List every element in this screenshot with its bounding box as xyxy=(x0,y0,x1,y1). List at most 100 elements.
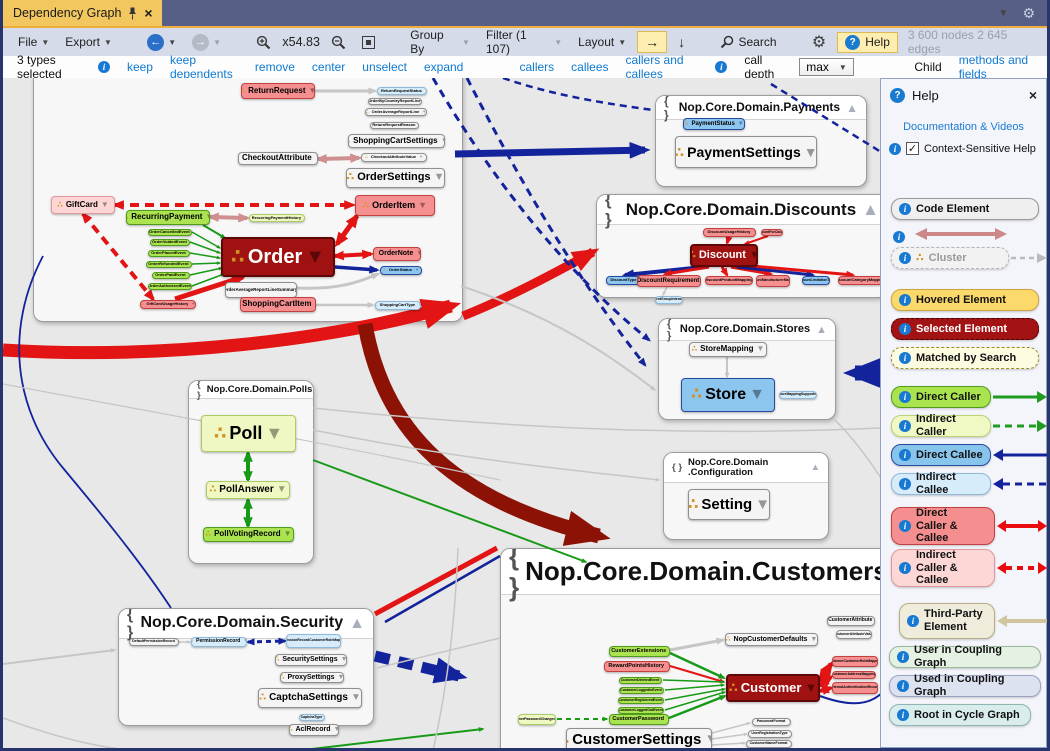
collapse-icon[interactable]: ▲ xyxy=(862,200,879,220)
legend-used-in-coupling-graph[interactable]: iUsed in Coupling Graph xyxy=(889,675,1041,697)
legend-indirect-caller-callee[interactable]: iIndirect Caller & Callee xyxy=(891,549,995,587)
graph-node[interactable]: ∴PaymentSettings▼ xyxy=(675,136,817,168)
node-expand-icon[interactable]: ▼ xyxy=(205,213,210,221)
graph-node[interactable]: ∴RecurringPayment▼ xyxy=(126,210,210,225)
legend-direct-caller-callee[interactable]: iDirect Caller & Callee xyxy=(891,507,995,545)
graph-node[interactable]: ∴StoreMapping▼ xyxy=(689,342,767,357)
graph-node[interactable]: ∴OrderAverageReportLineSummary▼ xyxy=(225,282,297,298)
graph-node[interactable]: ∴ShoppingCartType▼ xyxy=(375,301,421,310)
help-close-icon[interactable]: × xyxy=(1029,87,1037,103)
graph-canvas[interactable]: { }Nop.Core.Domain.Payments▲ { }Nop.Core.… xyxy=(3,78,880,748)
info-icon[interactable]: i xyxy=(98,61,110,73)
graph-node[interactable]: ∴Customer▼ xyxy=(726,674,820,702)
graph-node[interactable]: ∴OrderItem▼ xyxy=(355,195,435,216)
graph-node[interactable]: ∴CustomerPasswordChangedEvent▼ xyxy=(518,714,556,725)
graph-node[interactable]: ∴ExternalAuthenticationRecord▼ xyxy=(832,682,878,694)
collapse-icon[interactable]: ▲ xyxy=(811,462,820,473)
node-expand-icon[interactable]: ▼ xyxy=(418,303,421,307)
documentation-link[interactable]: Documentation & Videos xyxy=(881,121,1046,133)
keep-link[interactable]: keep xyxy=(127,60,153,74)
legend-user-in-coupling-graph[interactable]: iUser in Coupling Graph xyxy=(889,646,1041,668)
zoom-in-button[interactable] xyxy=(251,32,276,53)
node-expand-icon[interactable]: ▼ xyxy=(749,250,758,261)
callees-link[interactable]: callees xyxy=(571,60,608,74)
graph-node[interactable]: ∴NopCustomerDefaults▼ xyxy=(725,633,818,646)
call-depth-info-icon[interactable]: i xyxy=(715,61,727,73)
graph-node[interactable]: ∴CustomerCustomerRoleMapping▼ xyxy=(832,656,878,667)
help-button[interactable]: ?Help xyxy=(837,32,898,53)
graph-node[interactable]: ∴PollVotingRecord▼ xyxy=(203,527,294,542)
graph-node[interactable]: ∴PermissionRecordCustomerRoleMapping▼ xyxy=(286,634,341,648)
cluster-header-discounts[interactable]: { }Nop.Core.Domain.Discounts▲ xyxy=(597,195,880,225)
graph-node[interactable]: ∴OrderVoidedEvent▼ xyxy=(150,239,190,246)
node-expand-icon[interactable]: ▼ xyxy=(738,121,744,127)
graph-node[interactable]: ∴RequirementGroupInteractionType▼ xyxy=(655,296,683,304)
graph-node[interactable]: ∴AclRecord▼ xyxy=(289,724,339,736)
node-expand-icon[interactable]: ▼ xyxy=(333,726,339,733)
graph-node[interactable]: ∴DefaultPermissionRecord▼ xyxy=(129,638,179,646)
call-depth-select[interactable]: max▼ xyxy=(799,58,854,76)
node-expand-icon[interactable]: ▼ xyxy=(749,387,765,403)
graph-node[interactable]: ∴PermissionRecord▼ xyxy=(191,637,247,647)
graph-node[interactable]: ∴DiscountLimitationType▼ xyxy=(802,276,830,285)
graph-node[interactable]: ∴GiftCard▼ xyxy=(51,196,115,214)
legend-root-in-cycle-graph[interactable]: iRoot in Cycle Graph xyxy=(889,704,1031,726)
node-expand-icon[interactable]: ▼ xyxy=(338,674,344,681)
graph-node[interactable]: ∴CustomerRegisteredEvent▼ xyxy=(618,697,664,704)
graph-node[interactable]: ∴CheckoutAttributeValue▼ xyxy=(361,153,427,162)
zoom-fit-button[interactable] xyxy=(357,33,380,52)
remove-link[interactable]: remove xyxy=(255,60,295,74)
group-by-menu[interactable]: Group By▼ xyxy=(405,25,475,59)
node-expand-icon[interactable]: ▼ xyxy=(755,497,770,512)
keep-dependents-link[interactable]: keep dependents xyxy=(170,53,238,81)
node-expand-icon[interactable]: ▼ xyxy=(309,87,316,95)
settings-button[interactable]: ⚙ xyxy=(807,29,831,55)
graph-node[interactable]: ∴RewardPointsHistory▼ xyxy=(604,661,670,672)
graph-node[interactable]: ∴ShoppingCartItem▼ xyxy=(240,297,316,312)
legend-selected-element[interactable]: iSelected Element xyxy=(891,318,1039,340)
cluster-header-configuration[interactable]: { }Nop.Core.Domain .Configuration▲ xyxy=(664,453,828,483)
node-expand-icon[interactable]: ▼ xyxy=(416,250,421,257)
graph-node[interactable]: ∴OrderStatus▼ xyxy=(380,266,422,275)
graph-node[interactable]: ∴CaptchaType▼ xyxy=(299,714,325,721)
graph-node[interactable]: ∴OrderPaidEvent▼ xyxy=(152,272,190,279)
node-expand-icon[interactable]: ▼ xyxy=(667,664,670,670)
graph-node[interactable]: ∴DiscountRequirement▼ xyxy=(637,275,701,287)
graph-node[interactable]: ∴PollAnswer▼ xyxy=(206,481,290,499)
legend-edge-info-icon[interactable]: i xyxy=(893,231,905,243)
graph-node[interactable]: ∴Store▼ xyxy=(681,378,775,412)
node-expand-icon[interactable]: ▼ xyxy=(669,649,670,655)
methods-and-fields-link[interactable]: methods and fields xyxy=(959,53,1033,81)
graph-node[interactable]: ∴OrderAverageReportLine▼ xyxy=(365,108,427,116)
cluster-header-stores[interactable]: { }Nop.Core.Domain.Stores▲ xyxy=(659,319,835,341)
collapse-icon[interactable]: ▲ xyxy=(349,615,365,633)
graph-node[interactable]: ∴DiscountCategoryMapping▼ xyxy=(838,276,880,285)
layout-horizontal-button[interactable]: → xyxy=(637,31,667,53)
cluster-header-payments[interactable]: { }Nop.Core.Domain.Payments▲ xyxy=(656,96,866,120)
pin-icon[interactable] xyxy=(128,7,137,20)
forward-button[interactable]: →▼ xyxy=(187,31,226,54)
node-expand-icon[interactable]: ▼ xyxy=(434,172,445,183)
node-expand-icon[interactable]: ▼ xyxy=(315,154,318,162)
graph-node[interactable]: ∴OrderAuthorizedEvent▼ xyxy=(148,283,192,290)
file-menu[interactable]: File▼ xyxy=(13,32,54,52)
callers-and-callees-link[interactable]: callers and callees xyxy=(626,53,699,81)
node-expand-icon[interactable]: ▼ xyxy=(101,201,109,209)
cs-help-checkbox[interactable]: ✓ xyxy=(906,142,919,155)
graph-node[interactable]: ∴Poll▼ xyxy=(201,415,296,452)
graph-node[interactable]: ∴Setting▼ xyxy=(688,489,770,520)
graph-node[interactable]: ∴CustomerAttribute▼ xyxy=(827,616,875,626)
graph-node[interactable]: ∴OrderSettings▼ xyxy=(346,168,445,188)
graph-node[interactable]: ∴CaptchaSettings▼ xyxy=(258,688,362,708)
legend-indirect-caller[interactable]: iIndirect Caller xyxy=(891,415,991,437)
filter-menu[interactable]: Filter (1 107)▼ xyxy=(481,25,567,59)
node-expand-icon[interactable]: ▼ xyxy=(243,639,247,644)
graph-node[interactable]: ∴OrderRefundedEvent▼ xyxy=(146,261,192,268)
center-link[interactable]: center xyxy=(312,60,345,74)
node-expand-icon[interactable]: ▼ xyxy=(790,742,792,746)
graph-node[interactable]: ∴CustomerAddressMapping▼ xyxy=(832,671,876,679)
legend-cluster[interactable]: i∴Cluster xyxy=(891,247,1009,269)
tab-dependency-graph[interactable]: Dependency Graph × xyxy=(3,0,162,26)
node-expand-icon[interactable]: ▼ xyxy=(704,732,712,747)
collapse-icon[interactable]: ▲ xyxy=(816,324,827,336)
